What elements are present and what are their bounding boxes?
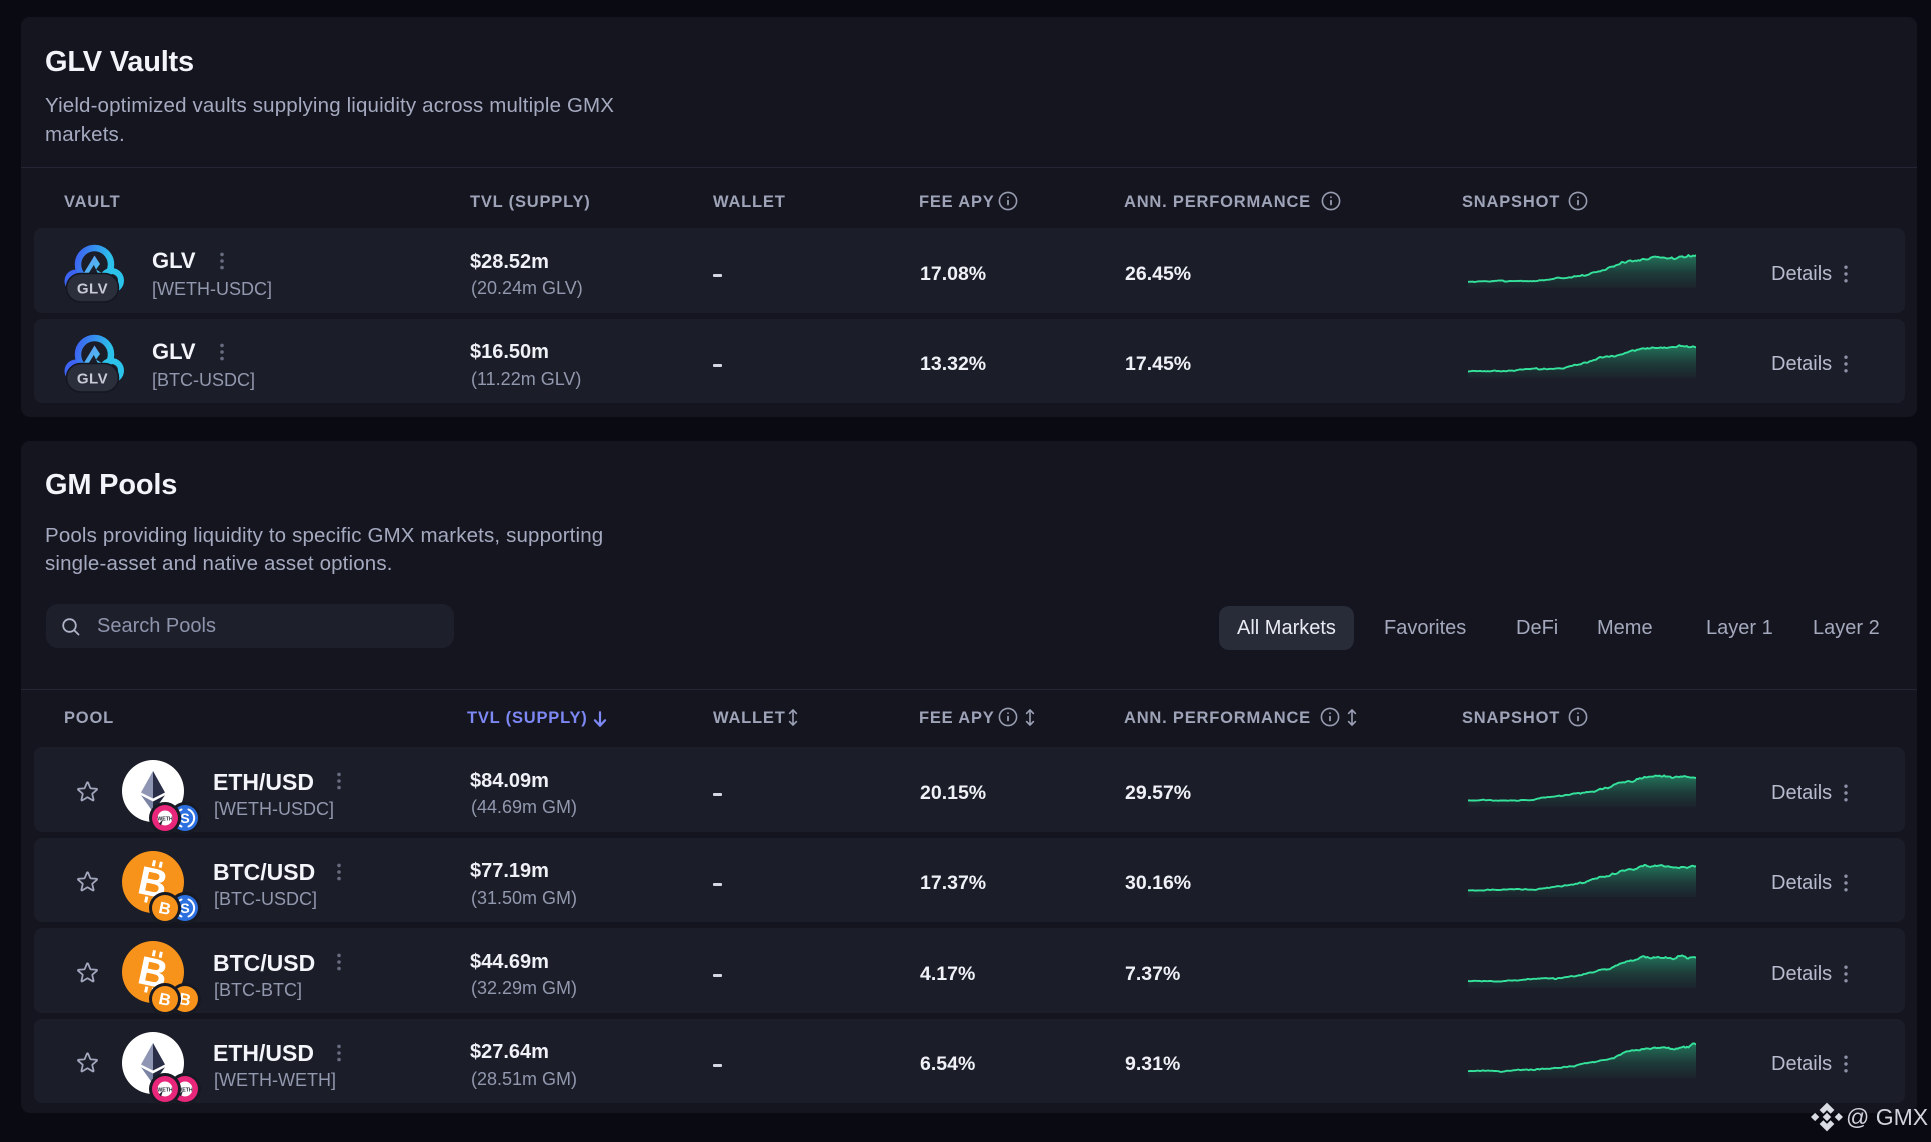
svg-text:WETH: WETH xyxy=(157,1088,173,1094)
svg-text:WETH: WETH xyxy=(157,816,173,822)
svg-text:S: S xyxy=(180,810,189,826)
svg-text:S: S xyxy=(180,900,189,916)
svg-text:GLV: GLV xyxy=(77,371,108,388)
svg-text:GLV: GLV xyxy=(77,280,108,297)
